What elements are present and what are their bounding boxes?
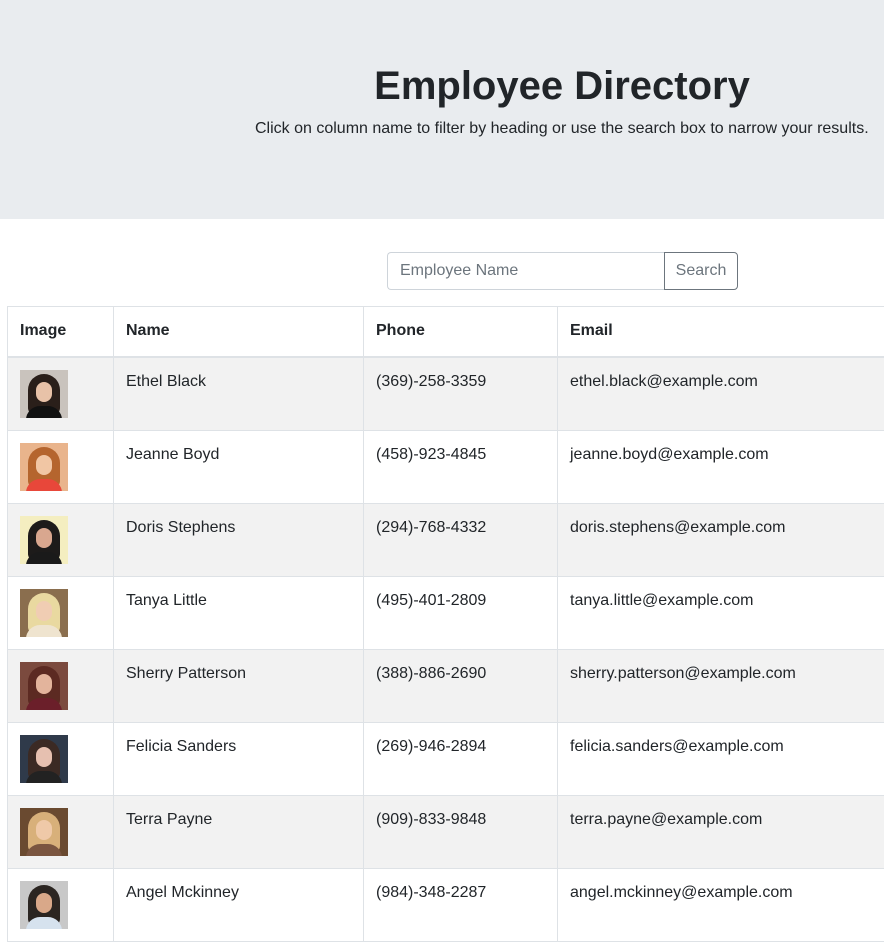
cell-email: felicia.sanders@example.com xyxy=(558,723,884,796)
avatar xyxy=(20,735,68,783)
table-row: Angel Mckinney(984)-348-2287angel.mckinn… xyxy=(8,869,884,942)
cell-image xyxy=(8,723,114,796)
cell-email: jeanne.boyd@example.com xyxy=(558,431,884,504)
cell-name: Doris Stephens xyxy=(114,504,364,577)
table-row: Terra Payne(909)-833-9848terra.payne@exa… xyxy=(8,796,884,869)
cell-name: Tanya Little xyxy=(114,577,364,650)
avatar xyxy=(20,443,68,491)
cell-phone: (294)-768-4332 xyxy=(364,504,558,577)
cell-image xyxy=(8,650,114,723)
cell-image xyxy=(8,869,114,942)
cell-name: Ethel Black xyxy=(114,357,364,431)
avatar xyxy=(20,662,68,710)
avatar xyxy=(20,881,68,929)
cell-email: ethel.black@example.com xyxy=(558,357,884,431)
cell-phone: (984)-348-2287 xyxy=(364,869,558,942)
search-button[interactable]: Search xyxy=(664,252,738,290)
table-row: Ethel Black(369)-258-3359ethel.black@exa… xyxy=(8,357,884,431)
employee-table: Image Name Phone Email Ethel Black(369)-… xyxy=(7,306,884,942)
table-header: Image Name Phone Email xyxy=(8,307,884,358)
table-row: Jeanne Boyd(458)-923-4845jeanne.boyd@exa… xyxy=(8,431,884,504)
table-row: Doris Stephens(294)-768-4332doris.stephe… xyxy=(8,504,884,577)
column-header-phone[interactable]: Phone xyxy=(364,307,558,358)
avatar xyxy=(20,589,68,637)
table-row: Tanya Little(495)-401-2809tanya.little@e… xyxy=(8,577,884,650)
column-header-image[interactable]: Image xyxy=(8,307,114,358)
cell-email: angel.mckinney@example.com xyxy=(558,869,884,942)
avatar xyxy=(20,516,68,564)
header-row: Image Name Phone Email xyxy=(8,307,884,358)
cell-email: tanya.little@example.com xyxy=(558,577,884,650)
column-header-email[interactable]: Email xyxy=(558,307,884,358)
cell-name: Angel Mckinney xyxy=(114,869,364,942)
avatar-face xyxy=(36,601,52,621)
cell-phone: (369)-258-3359 xyxy=(364,357,558,431)
cell-image xyxy=(8,577,114,650)
avatar xyxy=(20,370,68,418)
header-banner: Employee Directory Click on column name … xyxy=(0,0,884,219)
cell-phone: (388)-886-2690 xyxy=(364,650,558,723)
cell-phone: (269)-946-2894 xyxy=(364,723,558,796)
column-header-name[interactable]: Name xyxy=(114,307,364,358)
cell-email: terra.payne@example.com xyxy=(558,796,884,869)
cell-email: sherry.patterson@example.com xyxy=(558,650,884,723)
cell-name: Terra Payne xyxy=(114,796,364,869)
cell-phone: (909)-833-9848 xyxy=(364,796,558,869)
cell-phone: (458)-923-4845 xyxy=(364,431,558,504)
cell-image xyxy=(8,504,114,577)
cell-name: Felicia Sanders xyxy=(114,723,364,796)
avatar-face xyxy=(36,528,52,548)
cell-name: Sherry Patterson xyxy=(114,650,364,723)
search-input[interactable] xyxy=(387,252,664,290)
table-body: Ethel Black(369)-258-3359ethel.black@exa… xyxy=(8,357,884,942)
avatar-face xyxy=(36,674,52,694)
page-title: Employee Directory xyxy=(255,60,869,112)
avatar xyxy=(20,808,68,856)
table-row: Sherry Patterson(388)-886-2690sherry.pat… xyxy=(8,650,884,723)
avatar-face xyxy=(36,455,52,475)
avatar-face xyxy=(36,893,52,913)
avatar-face xyxy=(36,747,52,767)
avatar-face xyxy=(36,382,52,402)
cell-email: doris.stephens@example.com xyxy=(558,504,884,577)
search-form: Search xyxy=(387,252,738,290)
page-subtitle: Click on column name to filter by headin… xyxy=(255,119,869,139)
cell-image xyxy=(8,357,114,431)
cell-image xyxy=(8,796,114,869)
avatar-face xyxy=(36,820,52,840)
cell-name: Jeanne Boyd xyxy=(114,431,364,504)
table-row: Felicia Sanders(269)-946-2894felicia.san… xyxy=(8,723,884,796)
cell-image xyxy=(8,431,114,504)
cell-phone: (495)-401-2809 xyxy=(364,577,558,650)
